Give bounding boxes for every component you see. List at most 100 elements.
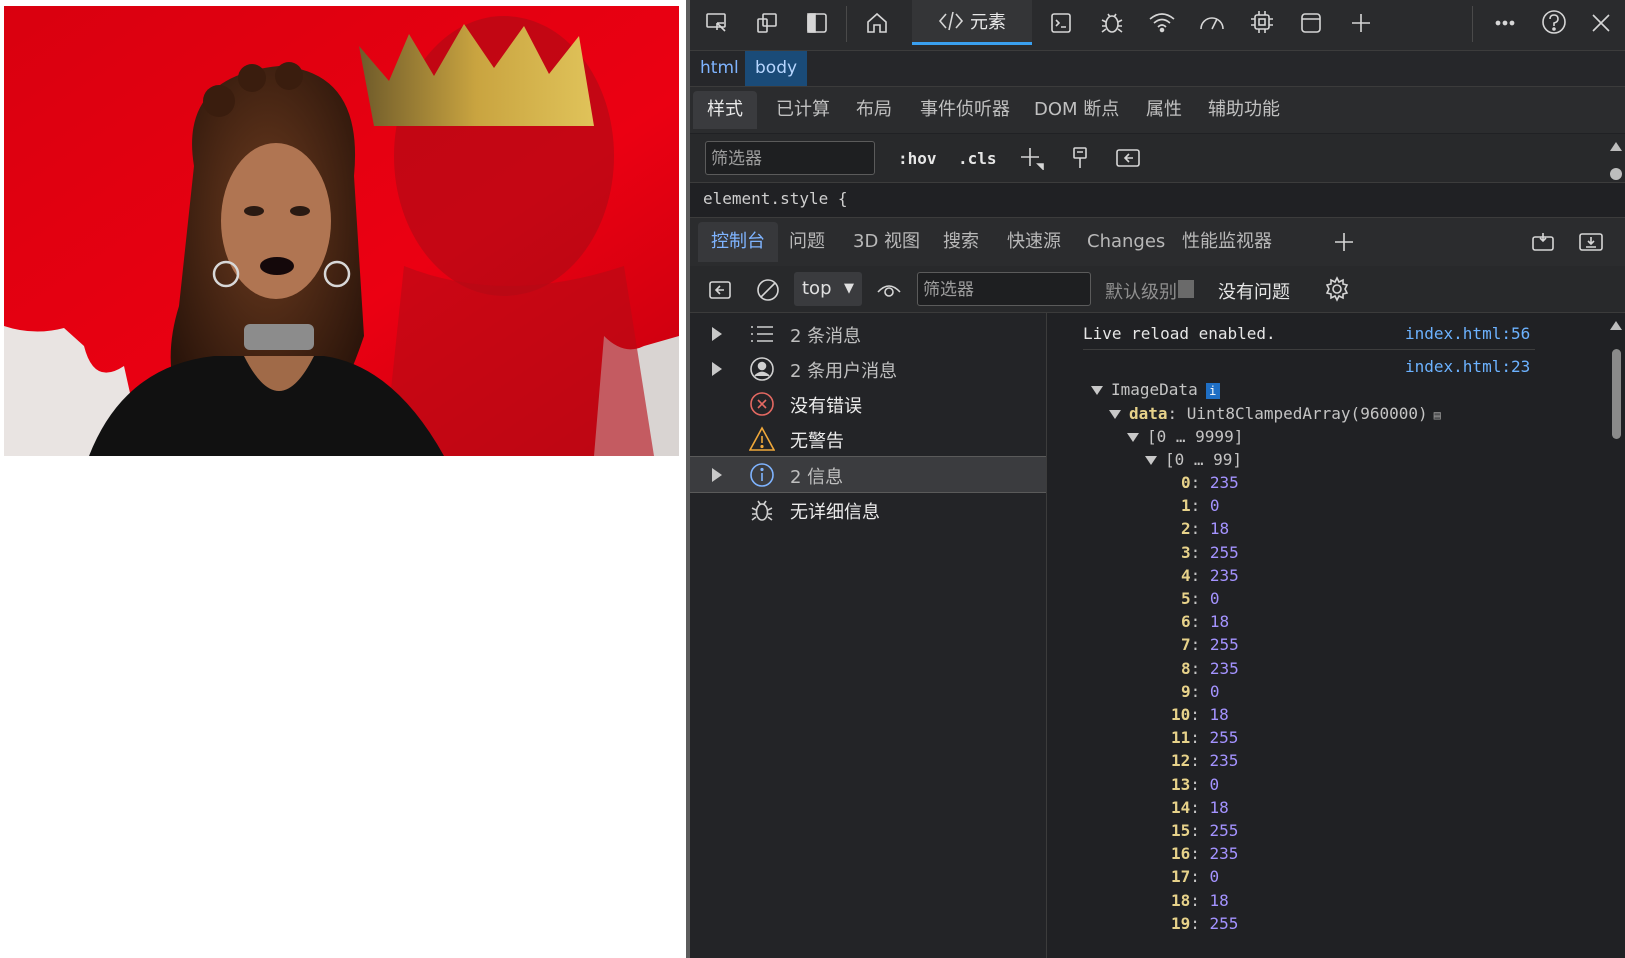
home-icon[interactable] — [862, 8, 892, 38]
sidebar-item-errors[interactable]: 没有错误 — [690, 386, 1046, 421]
wifi-icon[interactable] — [1146, 6, 1178, 38]
sidebar-item-messages[interactable]: 2 条消息 — [690, 316, 1046, 351]
expand-triangle-icon[interactable] — [1145, 456, 1157, 465]
sidebar-item-verbose[interactable]: 无详细信息 — [690, 492, 1046, 527]
array-entry-row[interactable]: 5: 0 — [1181, 589, 1220, 608]
tab-accessibility[interactable]: 辅助功能 — [1194, 91, 1294, 129]
application-window-icon[interactable] — [1296, 8, 1326, 38]
tab-search[interactable]: 搜索 — [930, 222, 992, 262]
expand-triangle-icon[interactable] — [1127, 433, 1139, 442]
plus-icon[interactable] — [1346, 8, 1376, 38]
element-style-rule[interactable]: element.style { — [690, 183, 1625, 216]
array-entry-row[interactable]: 3: 255 — [1181, 543, 1239, 562]
tab-layout[interactable]: 布局 — [842, 91, 906, 129]
array-entry-row[interactable]: 10: 18 — [1171, 705, 1229, 724]
canvas-photo — [4, 6, 679, 456]
tab-event-listeners[interactable]: 事件侦听器 — [906, 91, 1024, 129]
scroll-thumb[interactable] — [1612, 349, 1621, 439]
tab-dom-breakpoints[interactable]: DOM 断点 — [1020, 91, 1133, 129]
entry-value: 255 — [1209, 821, 1239, 840]
cpu-chip-icon[interactable] — [1246, 6, 1278, 38]
array-entry-row[interactable]: 17: 0 — [1171, 867, 1219, 886]
range-label: [0 … 9999] — [1147, 427, 1244, 446]
tab-elements[interactable]: 元素 — [912, 0, 1032, 45]
array-entry-row[interactable]: 1: 0 — [1181, 496, 1220, 515]
tab-performance-monitor[interactable]: 性能监视器 — [1169, 222, 1285, 262]
source-link[interactable]: index.html:56 — [1405, 324, 1530, 343]
toggle-sidebar-icon[interactable] — [1114, 144, 1142, 172]
array-entry-row[interactable]: 14: 18 — [1171, 798, 1229, 817]
more-icon[interactable] — [1490, 8, 1520, 38]
sidebar-item-info[interactable]: 2 信息 — [690, 456, 1046, 493]
console-settings-gear-icon[interactable] — [1322, 274, 1352, 304]
array-entry-row[interactable]: 6: 18 — [1181, 612, 1229, 631]
tab-3d-view[interactable]: 3D 视图 — [840, 222, 933, 262]
tab-quick-source[interactable]: 快速源 — [994, 222, 1074, 262]
array-entry-row[interactable]: 18: 18 — [1171, 891, 1229, 910]
expand-arrow-icon[interactable] — [712, 468, 722, 482]
array-entry-row[interactable]: 7: 255 — [1181, 635, 1239, 654]
context-selector[interactable]: top ▼ — [794, 272, 862, 306]
cls-toggle[interactable]: .cls — [958, 149, 997, 168]
tab-console[interactable]: 控制台 — [698, 222, 778, 262]
show-sidebar-icon[interactable] — [706, 276, 734, 304]
range-group-outer[interactable]: [0 … 9999] — [1127, 427, 1243, 446]
range-group-inner[interactable]: [0 … 99] — [1145, 450, 1242, 469]
tab-computed[interactable]: 已计算 — [762, 91, 844, 129]
device-emulation-icon[interactable] — [752, 8, 782, 38]
sidebar-item-warnings[interactable]: 无警告 — [690, 421, 1046, 456]
log-levels-chevron-icon[interactable] — [1178, 280, 1194, 298]
array-entry-row[interactable]: 11: 255 — [1171, 728, 1238, 747]
log-levels-dropdown[interactable]: 默认级别 — [1105, 278, 1177, 304]
tab-issues[interactable]: 问题 — [776, 222, 838, 262]
bug-icon[interactable] — [1096, 6, 1128, 38]
memory-inspector-icon[interactable]: ▤ — [1434, 408, 1441, 422]
sidebar-item-user-messages[interactable]: 2 条用户消息 — [690, 351, 1046, 386]
array-entry-row[interactable]: 13: 0 — [1171, 775, 1219, 794]
scroll-up-icon[interactable] — [1610, 142, 1622, 151]
object-imagedata-row[interactable]: ImageData i — [1091, 380, 1220, 399]
source-link[interactable]: index.html:23 — [1405, 357, 1530, 376]
console-icon[interactable] — [1046, 8, 1076, 38]
breadcrumb-html[interactable]: html — [690, 51, 749, 86]
scroll-thumb[interactable] — [1610, 168, 1622, 180]
tab-properties[interactable]: 属性 — [1132, 91, 1196, 129]
info-badge-icon[interactable]: i — [1205, 382, 1220, 399]
dock-sidebar-icon[interactable] — [802, 8, 832, 38]
array-entry-row[interactable]: 12: 235 — [1171, 751, 1238, 770]
array-entry-row[interactable]: 16: 235 — [1171, 844, 1238, 863]
hov-toggle[interactable]: :hov — [898, 149, 937, 168]
clear-console-icon[interactable] — [754, 276, 782, 304]
new-style-rule-icon[interactable] — [1018, 144, 1046, 172]
console-filter-input[interactable]: 筛选器 — [917, 272, 1091, 306]
styles-filter-input[interactable]: 筛选器 — [705, 141, 875, 175]
breadcrumb-body[interactable]: body — [745, 51, 808, 86]
array-entry-row[interactable]: 9: 0 — [1181, 682, 1220, 701]
close-icon[interactable] — [1586, 8, 1616, 38]
array-entry-row[interactable]: 8: 235 — [1181, 659, 1239, 678]
array-entry-row[interactable]: 0: 235 — [1181, 473, 1239, 492]
property-data-row[interactable]: data: Uint8ClampedArray(960000) ▤ — [1109, 404, 1441, 423]
paint-brush-icon[interactable] — [1066, 144, 1094, 172]
expand-arrow-icon[interactable] — [712, 327, 722, 341]
add-tab-plus-icon[interactable] — [1330, 228, 1358, 256]
live-expression-eye-icon[interactable] — [874, 276, 904, 304]
tab-changes[interactable]: Changes — [1074, 222, 1178, 262]
undock-drawer-icon[interactable] — [1528, 228, 1558, 256]
close-drawer-icon[interactable] — [1576, 228, 1606, 256]
entry-separator: : — [1190, 612, 1210, 632]
inspect-icon[interactable] — [702, 8, 732, 38]
array-entry-row[interactable]: 15: 255 — [1171, 821, 1238, 840]
array-entry-row[interactable]: 2: 18 — [1181, 519, 1229, 538]
array-entry-row[interactable]: 19: 255 — [1171, 914, 1238, 933]
help-icon[interactable] — [1538, 6, 1570, 38]
expand-arrow-icon[interactable] — [712, 362, 722, 376]
performance-gauge-icon[interactable] — [1196, 6, 1228, 38]
scroll-up-icon[interactable] — [1610, 321, 1622, 330]
array-entry-row[interactable]: 4: 235 — [1181, 566, 1239, 585]
console-scrollbar[interactable] — [1607, 313, 1625, 958]
expand-triangle-icon[interactable] — [1109, 410, 1121, 419]
issues-counter[interactable]: 没有问题 — [1218, 278, 1290, 304]
expand-triangle-icon[interactable] — [1091, 386, 1103, 395]
tab-styles[interactable]: 样式 — [693, 91, 757, 129]
